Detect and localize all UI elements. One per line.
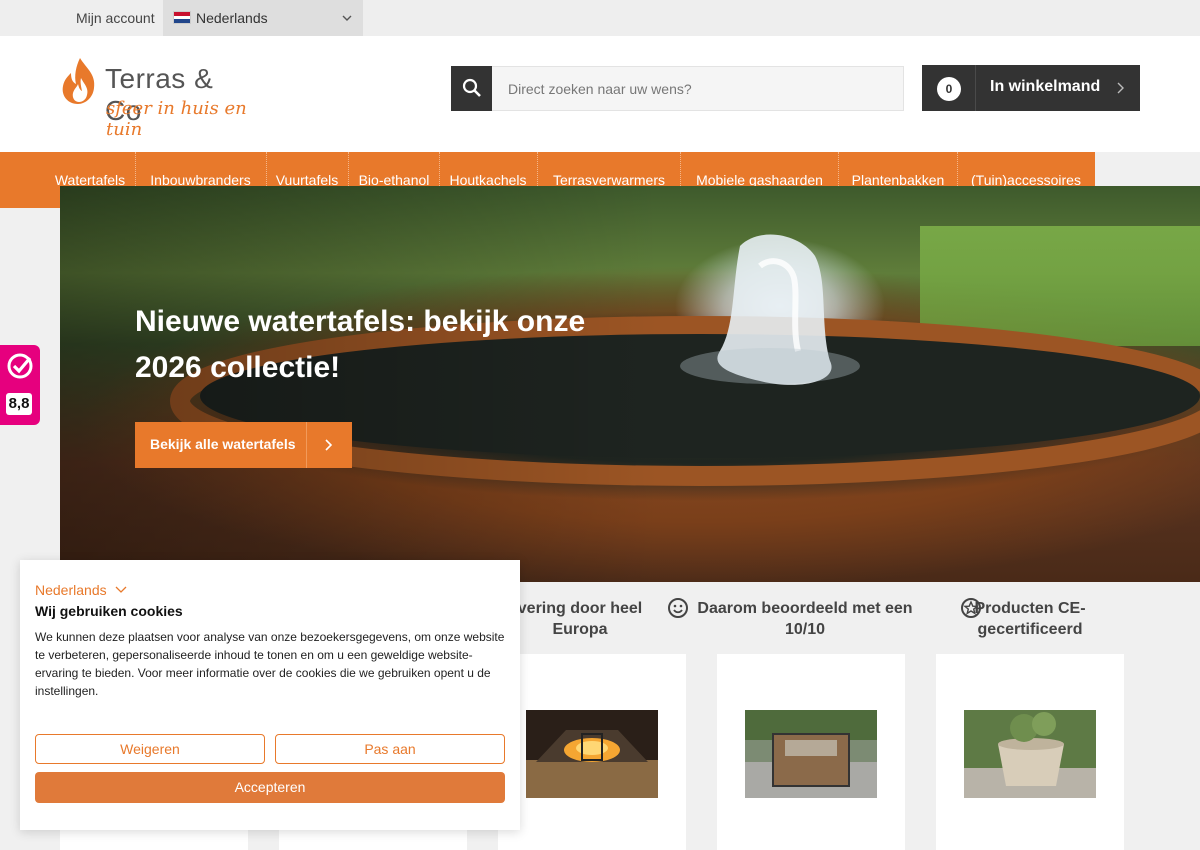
cookie-accept-button[interactable]: Accepteren bbox=[35, 772, 505, 803]
smiley-icon bbox=[668, 598, 688, 618]
product-card[interactable] bbox=[936, 654, 1124, 850]
review-checkmark-icon bbox=[7, 353, 33, 379]
my-account-link[interactable]: Mijn account bbox=[76, 10, 155, 26]
usp-text: Daarom beoordeeld met een 10/10 bbox=[697, 600, 913, 638]
cart-count-badge: 0 bbox=[937, 77, 961, 101]
dutch-flag-icon bbox=[173, 11, 191, 24]
logo[interactable]: Terras & Co sfeer in huis en tuin bbox=[58, 56, 258, 140]
chevron-down-icon[interactable] bbox=[115, 586, 127, 594]
cart-label: In winkelmand bbox=[990, 78, 1101, 95]
logo-tagline: sfeer in huis en tuin bbox=[106, 98, 247, 140]
cookie-heading: Wij gebruiken cookies bbox=[35, 603, 183, 619]
hero-cta-divider bbox=[306, 422, 307, 468]
language-select[interactable]: Nederlands bbox=[163, 0, 363, 36]
chevron-down-icon bbox=[342, 15, 352, 21]
search-input[interactable] bbox=[492, 66, 904, 111]
site-header: Terras & Co sfeer in huis en tuin 0 In w… bbox=[0, 36, 1200, 152]
hero-banner: Nieuwe watertafels: bekijk onze 2026 col… bbox=[60, 186, 1200, 582]
cookie-banner: Nederlands Wij gebruiken cookies We kunn… bbox=[20, 560, 520, 830]
usp-rating: Daarom beoordeeld met een 10/10 bbox=[695, 598, 915, 640]
review-score: 8,8 bbox=[6, 393, 32, 415]
cookie-customize-button[interactable]: Pas aan bbox=[275, 734, 505, 764]
top-bar: Mijn account Nederlands bbox=[0, 0, 1200, 36]
language-label: Nederlands bbox=[196, 10, 268, 26]
usp-text: Producten CE-gecertificeerd bbox=[974, 600, 1086, 638]
review-badge[interactable]: 8,8 bbox=[0, 345, 40, 425]
product-card[interactable] bbox=[498, 654, 686, 850]
product-image-planter bbox=[964, 710, 1096, 798]
cart-divider bbox=[975, 65, 976, 111]
cookie-language-select[interactable]: Nederlands bbox=[35, 582, 107, 598]
product-card[interactable] bbox=[717, 654, 905, 850]
hero-title: Nieuwe watertafels: bekijk onze 2026 col… bbox=[135, 305, 586, 384]
flame-icon bbox=[62, 58, 95, 104]
star-badge-icon bbox=[961, 598, 981, 618]
cookie-description: We kunnen deze plaatsen voor analyse van… bbox=[35, 630, 505, 698]
hero-cta-button[interactable]: Bekijk alle watertafels bbox=[135, 422, 352, 468]
cookie-reject-button[interactable]: Weigeren bbox=[35, 734, 265, 764]
search-button[interactable] bbox=[451, 66, 492, 111]
cart-button[interactable]: 0 In winkelmand bbox=[922, 65, 1140, 111]
product-image-fire-cube bbox=[745, 710, 877, 798]
product-image-fire-table bbox=[526, 710, 658, 798]
hero-cta-label: Bekijk alle watertafels bbox=[150, 436, 296, 452]
search-icon bbox=[462, 78, 481, 97]
usp-text: vering door heel Europa bbox=[517, 600, 643, 638]
chevron-right-icon bbox=[1117, 82, 1124, 94]
chevron-right-icon bbox=[325, 439, 333, 451]
usp-delivery: vering door heel Europa bbox=[500, 598, 660, 640]
